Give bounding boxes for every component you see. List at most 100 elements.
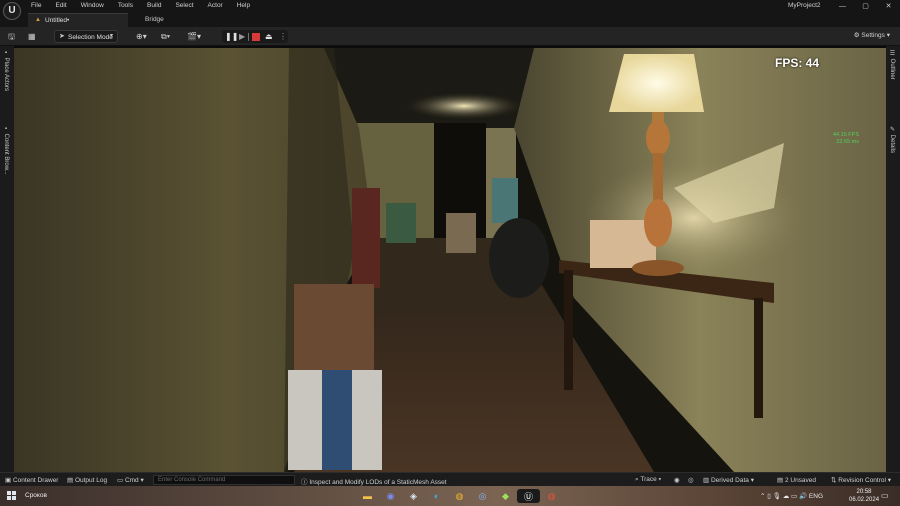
details-tab[interactable]: ✎ Details (889, 126, 896, 153)
minimize-button[interactable]: — (831, 0, 854, 13)
chrome-icon[interactable]: ◍ (448, 489, 471, 503)
discord-icon[interactable]: ◉ (379, 489, 402, 503)
tab-untitled-label: Untitled• (45, 17, 70, 24)
level-icon: ▲ (35, 17, 41, 23)
app-icon[interactable]: ◎ (471, 489, 494, 503)
content-browser-label: Content Brow... (3, 133, 9, 175)
cloud-icon[interactable]: ☁ (783, 493, 790, 500)
revision-control-label: Revision Control (838, 477, 886, 484)
tab-bridge[interactable]: Bridge (145, 16, 164, 23)
derived-data-label: Derived Data (710, 477, 749, 484)
taskbar-search[interactable]: Сроков (25, 492, 47, 499)
level-viewport[interactable]: FPS: 44 44.15 FPS 22.65 ms (14, 48, 886, 472)
menu-build[interactable]: Build (147, 2, 167, 9)
details-label: Details (889, 134, 895, 154)
chevron-down-icon: ▾ (109, 33, 113, 39)
right-side-panel: ☰ Outliner ✎ Details (886, 46, 900, 472)
tray-chevron-icon[interactable]: ⌃ (760, 493, 765, 500)
trace-dropdown[interactable]: ⌕ Trace ▾ (635, 476, 661, 484)
unreal-taskbar-icon[interactable]: Ⓤ (517, 489, 540, 503)
system-tray: ⌃ ▯ 🎙 ☁ ▭ 🔊 ENG (760, 492, 823, 500)
document-tabs: ▲ Untitled• Bridge (0, 13, 900, 27)
status-hint-text: Inspect and Modify LODs of a StaticMesh … (309, 479, 447, 486)
unsaved-label: 2 Unsaved (784, 477, 817, 484)
volume-icon[interactable]: 🔊 (799, 493, 807, 500)
main-menu: File Edit Window Tools Build Select Acto… (31, 2, 264, 9)
menu-help[interactable]: Help (237, 2, 256, 9)
status-bar: ▣ Content Drawer ▤ Output Log ▭ Cmd ▾ En… (0, 472, 900, 486)
record-icon[interactable]: ◉ (674, 476, 680, 484)
close-button[interactable]: ✕ (877, 0, 900, 13)
unreal-logo[interactable]: U (3, 2, 21, 20)
usb-icon[interactable]: ▯ (767, 493, 771, 500)
cursor-icon: ➤ (59, 33, 65, 40)
status-hint: ⓘ Inspect and Modify LODs of a StaticMes… (301, 479, 447, 486)
more-icon[interactable]: ⋮ (279, 31, 287, 42)
window-controls: — ▢ ✕ (831, 0, 900, 13)
os-taskbar: Сроков ▬ ◉ ◈ ◐ ◍ ◎ ◆ Ⓤ ◍ ⌃ ▯ 🎙 ☁ ▭ 🔊 ENG… (0, 486, 900, 506)
network-icon[interactable]: ▭ (791, 493, 797, 500)
outliner-tab[interactable]: ☰ Outliner (889, 50, 896, 80)
settings-button[interactable]: ⚙ Settings ▾ (854, 31, 890, 39)
project-name: MyProject2 (788, 2, 821, 9)
taskbar-clock[interactable]: 20:58 06.02.2024 (849, 488, 879, 504)
place-actors-tab[interactable]: ▪ Place Actors (3, 50, 9, 91)
taskbar-apps: ▬ ◉ ◈ ◐ ◍ ◎ ◆ Ⓤ ◍ (356, 489, 563, 503)
unsaved-button[interactable]: ▤ 2 Unsaved (777, 476, 816, 484)
menu-file[interactable]: File (31, 2, 47, 9)
stat-overlay: 44.15 FPS 22.65 ms (833, 132, 859, 146)
blueprint-icon[interactable]: ⧉▾ (161, 31, 170, 42)
main-toolbar: 🖫 ▦ ➤ Selection Mode ▾ ⊕▾ ⧉▾ 🎬▾ ❚❚ ▶❘ ⏏ … (0, 27, 900, 46)
add-actor-icon[interactable]: ⊕▾ (136, 31, 147, 42)
pause-icon[interactable]: ❚❚ (225, 31, 238, 42)
tab-untitled[interactable]: ▲ Untitled• (28, 13, 128, 27)
menu-actor[interactable]: Actor (208, 2, 229, 9)
cmd-dropdown[interactable]: ▭ Cmd ▾ (117, 476, 144, 484)
edge-icon[interactable]: ◐ (425, 489, 448, 503)
clock-time: 20:58 (856, 489, 872, 495)
play-controls: ❚❚ ▶❘ ⏏ ⋮ (222, 30, 288, 43)
content-icon[interactable]: ▦ (28, 31, 36, 42)
mic-icon[interactable]: 🎙 (773, 493, 781, 500)
output-log-label: Output Log (74, 477, 108, 484)
title-bar: U File Edit Window Tools Build Select Ac… (0, 0, 900, 20)
console-placeholder: Enter Console Command (158, 477, 226, 483)
eject-icon[interactable]: ⏏ (265, 31, 273, 42)
menu-edit[interactable]: Edit (55, 2, 72, 9)
file-explorer-icon[interactable]: ▬ (356, 489, 379, 503)
notifications-icon[interactable]: ▭ (881, 491, 889, 500)
output-log-button[interactable]: ▤ Output Log (67, 476, 107, 484)
trace-label: Trace (640, 476, 657, 483)
cmd-label: Cmd (124, 477, 139, 484)
outliner-label: Outliner (889, 58, 895, 80)
content-browser-tab[interactable]: ▪ Content Brow... (3, 126, 9, 175)
left-side-panel: ▪ Place Actors ▪ Content Brow... (0, 46, 14, 472)
steam-icon[interactable]: ◈ (402, 489, 425, 503)
menu-select[interactable]: Select (175, 2, 199, 9)
maximize-button[interactable]: ▢ (854, 0, 877, 13)
fps-readout: FPS: 44 (774, 56, 819, 70)
save-icon[interactable]: 🖫 (8, 31, 15, 42)
menu-window[interactable]: Window (81, 2, 110, 9)
content-drawer-label: Content Drawer (12, 477, 59, 484)
scene-render (14, 48, 886, 472)
menu-tools[interactable]: Tools (118, 2, 139, 9)
nvidia-icon[interactable]: ◆ (494, 489, 517, 503)
selection-mode-dropdown[interactable]: ➤ Selection Mode ▾ (54, 30, 118, 43)
selection-mode-label: Selection Mode (68, 33, 113, 41)
derived-data-dropdown[interactable]: ▥ Derived Data ▾ (703, 476, 754, 484)
cinematics-icon[interactable]: 🎬▾ (187, 31, 201, 42)
place-actors-label: Place Actors (3, 57, 9, 92)
console-input[interactable]: Enter Console Command (153, 475, 295, 485)
content-drawer-button[interactable]: ▣ Content Drawer (5, 476, 58, 484)
step-icon[interactable]: ▶❘ (239, 31, 252, 42)
stop-icon[interactable] (252, 32, 260, 41)
clock-date: 06.02.2024 (849, 497, 880, 503)
revision-control-dropdown[interactable]: ⇅ Revision Control ▾ (831, 476, 891, 484)
windows-start-icon[interactable] (7, 491, 16, 500)
stat-fps: 44.15 FPS (833, 132, 859, 138)
chrome-active-icon[interactable]: ◍ (540, 489, 563, 503)
language-indicator[interactable]: ENG (809, 493, 823, 500)
capture-icon[interactable]: ◎ (688, 476, 694, 484)
settings-icon: ⚙ (853, 32, 860, 39)
